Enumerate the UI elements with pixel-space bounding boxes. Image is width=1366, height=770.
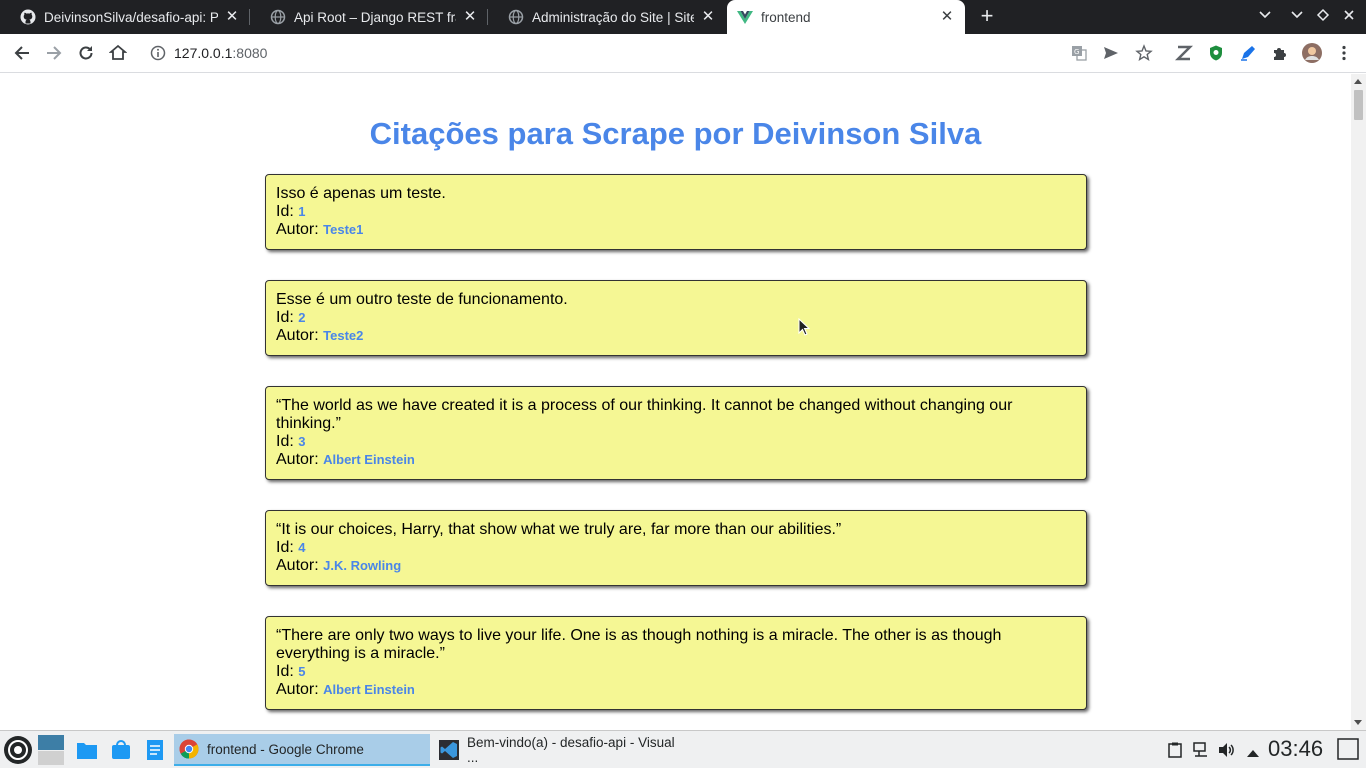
close-tab-icon[interactable]: ✕ xyxy=(700,9,716,25)
taskbar-item-label: Bem-vindo(a) - desafio-api - Visual ... xyxy=(467,735,675,765)
author-label: Autor: xyxy=(276,221,319,238)
quote-id: 2 xyxy=(298,310,306,325)
url-port: :8080 xyxy=(232,45,268,61)
tab-github[interactable]: DeivinsonSilva/desafio-api: Pr ✕ xyxy=(0,0,250,34)
scroll-up-icon[interactable] xyxy=(1354,79,1362,84)
mouse-cursor-icon xyxy=(798,317,811,341)
minimize-icon[interactable] xyxy=(1290,8,1304,25)
page-scrollbar[interactable] xyxy=(1351,74,1366,730)
quote-author: Albert Einstein xyxy=(323,682,415,697)
tab-title: Api Root – Django REST frame xyxy=(294,9,456,25)
globe-icon xyxy=(508,9,524,25)
quote-id: 3 xyxy=(298,434,306,449)
close-window-icon[interactable] xyxy=(1342,8,1356,25)
clipboard-icon[interactable] xyxy=(1168,742,1182,763)
menu-kebab-icon[interactable] xyxy=(1334,43,1354,63)
quote-card: Esse é um outro teste de funcionamento. … xyxy=(265,280,1087,356)
quote-id: 4 xyxy=(298,540,306,555)
clock[interactable]: 03:46 xyxy=(1268,736,1323,762)
tab-admin[interactable]: Administração do Site | Site d ✕ xyxy=(488,0,726,34)
quote-text: “It is our choices, Harry, that show wha… xyxy=(276,521,842,538)
new-tab-button[interactable]: + xyxy=(976,5,998,28)
maximize-icon[interactable] xyxy=(1316,8,1330,25)
taskbar: frontend - Google Chrome Bem-vindo(a) - … xyxy=(0,730,1366,768)
zotero-extension-icon[interactable] xyxy=(1174,43,1194,63)
back-icon[interactable] xyxy=(12,43,32,63)
quote-text: Esse é um outro teste de funcionamento. xyxy=(276,291,568,308)
tab-title: frontend xyxy=(761,9,811,25)
pen-extension-icon[interactable] xyxy=(1238,43,1258,63)
tab-title: DeivinsonSilva/desafio-api: Pr xyxy=(44,9,218,25)
author-label: Autor: xyxy=(276,557,319,574)
file-manager-icon[interactable] xyxy=(76,740,98,765)
quote-text: Isso é apenas um teste. xyxy=(276,185,446,202)
vscode-icon xyxy=(439,740,459,760)
github-icon xyxy=(20,9,36,25)
send-icon[interactable] xyxy=(1101,43,1121,63)
quote-id: 1 xyxy=(298,204,306,219)
id-label: Id: xyxy=(276,539,294,556)
tab-search-icon[interactable] xyxy=(1258,8,1272,25)
bookmark-star-icon[interactable] xyxy=(1134,43,1154,63)
info-icon[interactable] xyxy=(150,45,166,61)
tab-api-root[interactable]: Api Root – Django REST frame ✕ xyxy=(250,0,488,34)
page-viewport: Citações para Scrape por Deivinson Silva… xyxy=(0,74,1351,730)
home-icon[interactable] xyxy=(108,43,128,63)
quote-author: Albert Einstein xyxy=(323,452,415,467)
show-desktop-icon[interactable] xyxy=(1337,738,1359,765)
volume-icon[interactable] xyxy=(1218,742,1236,763)
text-editor-icon[interactable] xyxy=(146,739,164,766)
shield-extension-icon[interactable] xyxy=(1206,43,1226,63)
quote-card: “The world as we have created it is a pr… xyxy=(265,386,1087,480)
translate-icon[interactable]: G xyxy=(1069,43,1089,63)
id-label: Id: xyxy=(276,309,294,326)
svg-text:G: G xyxy=(1074,48,1079,56)
taskbar-item-vscode[interactable]: Bem-vindo(a) - desafio-api - Visual ... xyxy=(434,734,688,766)
vue-icon xyxy=(737,9,753,25)
quote-card: “It is our choices, Harry, that show wha… xyxy=(265,510,1087,586)
author-label: Autor: xyxy=(276,681,319,698)
quote-author: Teste2 xyxy=(323,328,364,343)
page-title: Citações para Scrape por Deivinson Silva xyxy=(369,116,982,151)
url-text: 127.0.0.1:8080 xyxy=(174,45,267,61)
browser-toolbar: 127.0.0.1:8080 G xyxy=(0,34,1366,73)
profile-avatar[interactable] xyxy=(1302,43,1322,63)
close-tab-icon[interactable]: ✕ xyxy=(462,9,478,25)
tab-frontend[interactable]: frontend ✕ xyxy=(727,0,965,34)
close-tab-icon[interactable]: ✕ xyxy=(224,9,240,25)
tab-strip: DeivinsonSilva/desafio-api: Pr ✕ Api Roo… xyxy=(0,0,1366,34)
taskbar-item-label: frontend - Google Chrome xyxy=(207,741,364,757)
scroll-down-icon[interactable] xyxy=(1354,720,1362,725)
quote-text: “There are only two ways to live your li… xyxy=(276,627,1002,662)
software-center-icon[interactable] xyxy=(110,740,132,765)
globe-icon xyxy=(270,9,286,25)
scroll-thumb[interactable] xyxy=(1354,90,1363,120)
quote-card: Isso é apenas um teste. Id: 1 Autor: Tes… xyxy=(265,174,1087,250)
id-label: Id: xyxy=(276,203,294,220)
quote-author: Teste1 xyxy=(323,222,364,237)
quote-author: J.K. Rowling xyxy=(323,558,402,573)
id-label: Id: xyxy=(276,663,294,680)
author-label: Autor: xyxy=(276,451,319,468)
quote-card: “There are only two ways to live your li… xyxy=(265,616,1087,710)
address-bar[interactable]: 127.0.0.1:8080 xyxy=(140,38,1160,68)
extensions-puzzle-icon[interactable] xyxy=(1270,43,1290,63)
taskbar-item-chrome[interactable]: frontend - Google Chrome xyxy=(174,734,430,766)
forward-icon[interactable] xyxy=(44,43,64,63)
quote-id: 5 xyxy=(298,664,306,679)
network-icon[interactable] xyxy=(1193,742,1209,763)
id-label: Id: xyxy=(276,433,294,450)
start-menu-icon[interactable] xyxy=(3,735,33,770)
reload-icon[interactable] xyxy=(76,43,96,63)
system-tray-arrow-icon[interactable] xyxy=(1246,745,1260,763)
chrome-icon xyxy=(179,739,199,759)
url-host: 127.0.0.1 xyxy=(174,45,233,61)
tab-title: Administração do Site | Site d xyxy=(532,9,694,25)
desktop-pager-icon[interactable] xyxy=(38,735,64,770)
author-label: Autor: xyxy=(276,327,319,344)
close-tab-icon[interactable]: ✕ xyxy=(939,9,955,25)
quote-text: “The world as we have created it is a pr… xyxy=(276,397,1013,432)
